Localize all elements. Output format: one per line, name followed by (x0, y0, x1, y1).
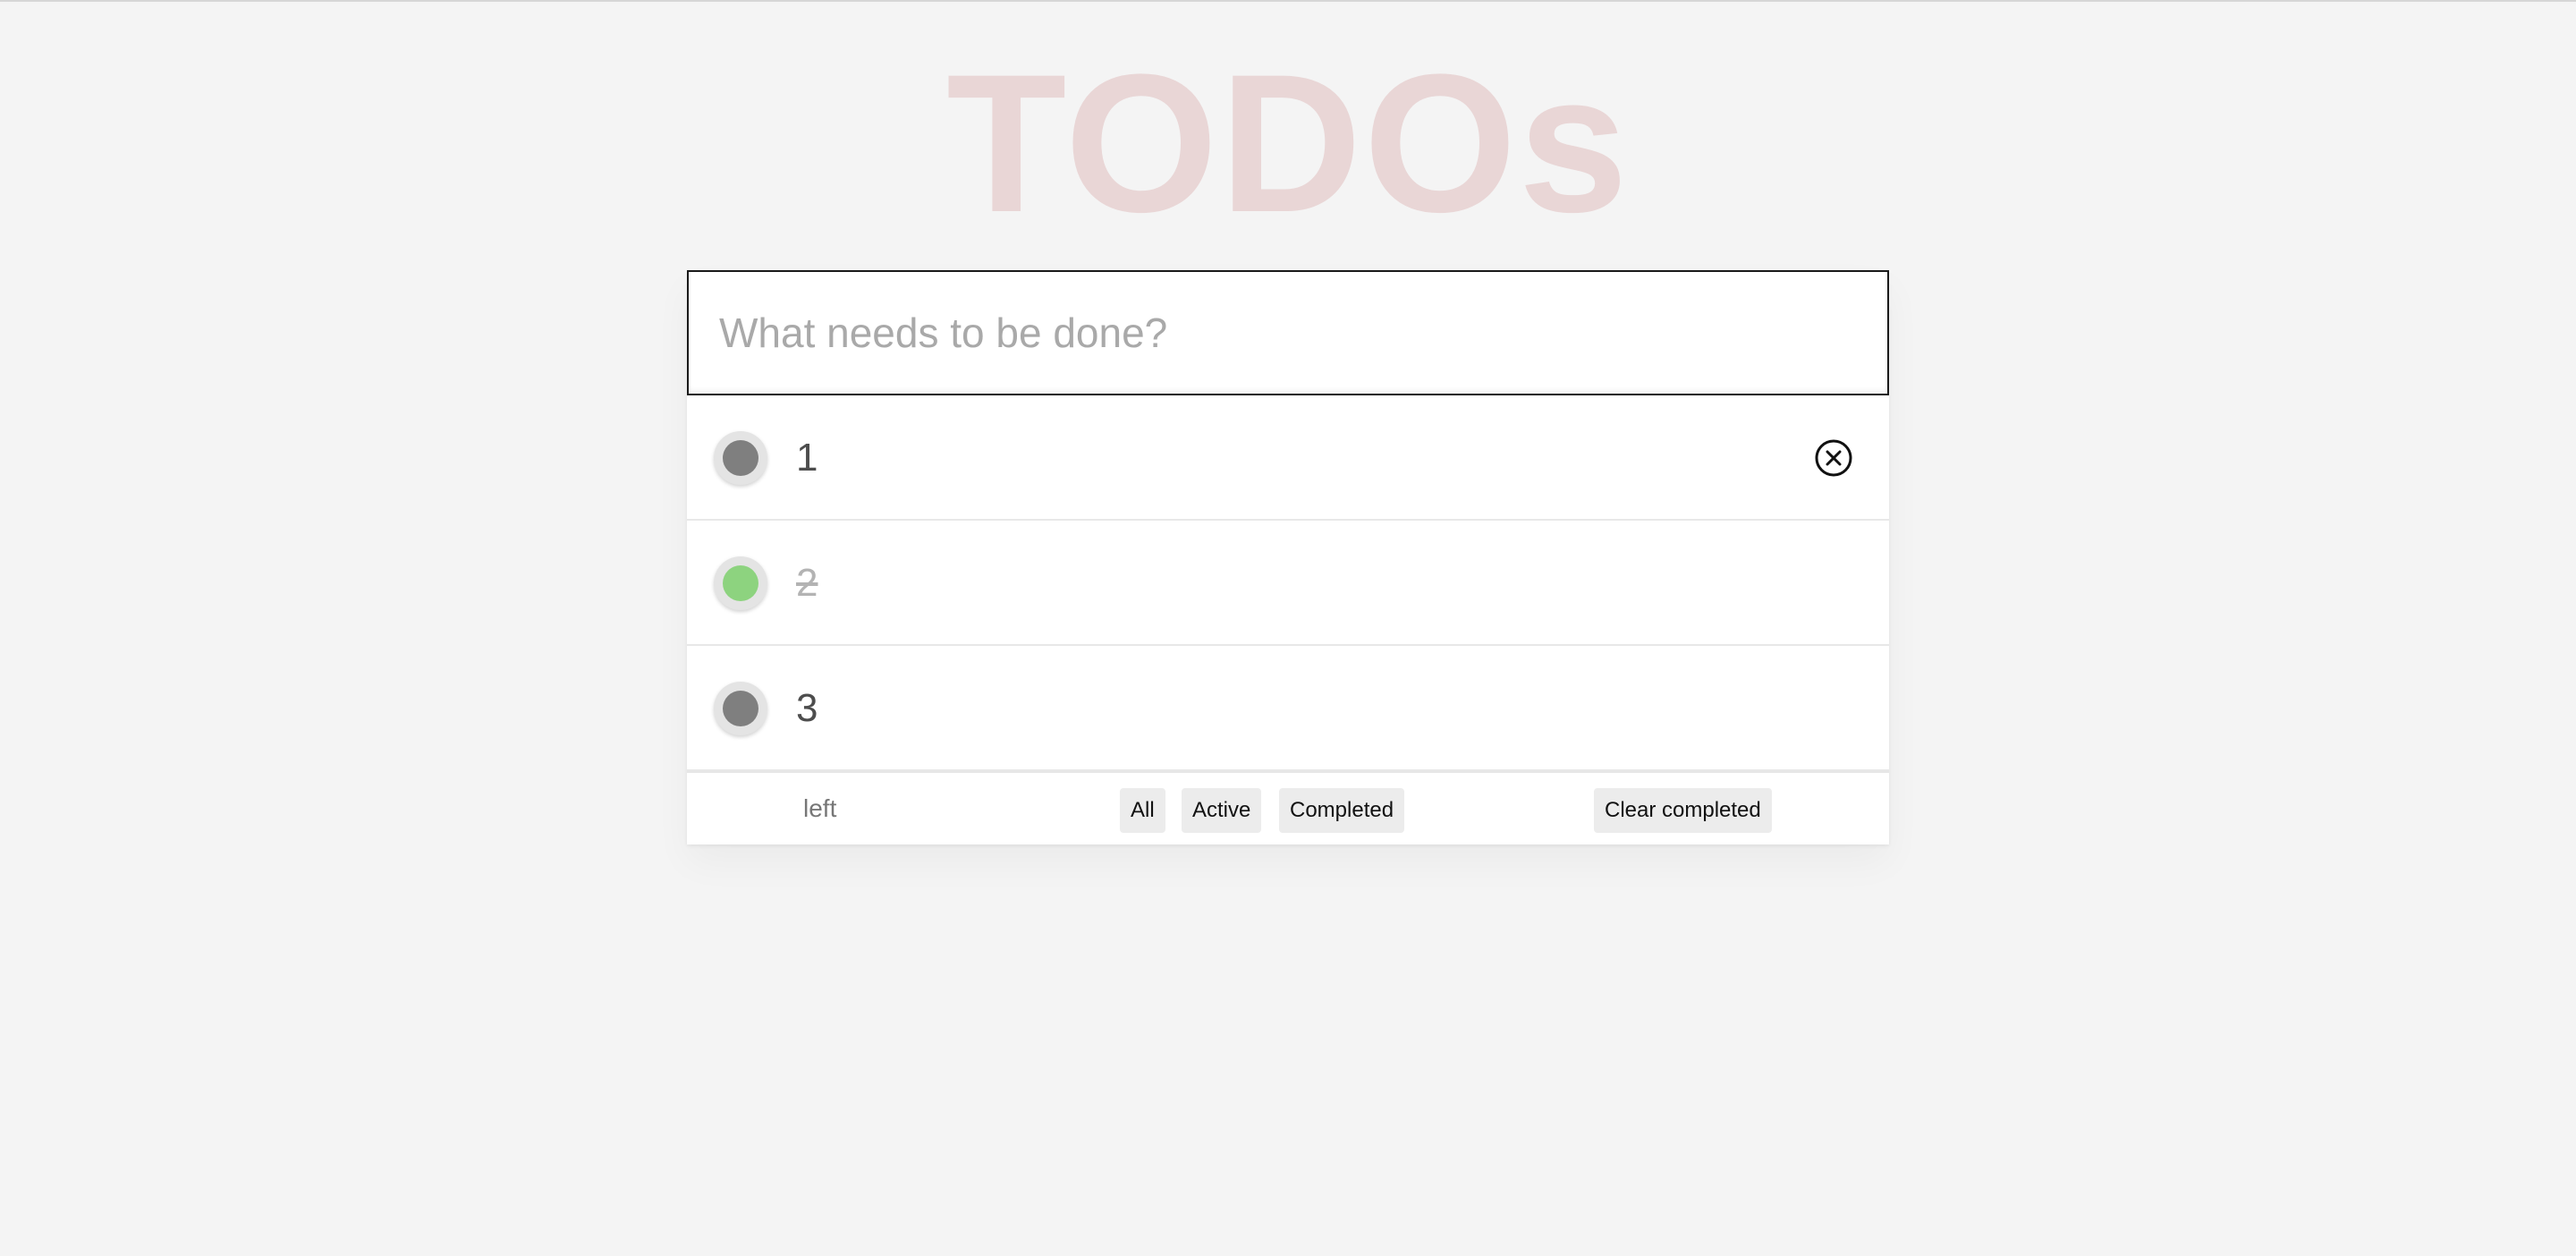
toggle-checkbox[interactable] (714, 682, 767, 735)
filter-completed-button[interactable]: Completed (1279, 788, 1405, 833)
toggle-dot-icon (723, 565, 758, 601)
clear-completed-button[interactable]: Clear completed (1594, 788, 1772, 833)
toggle-dot-icon (723, 691, 758, 726)
todo-label: 2 (796, 561, 818, 605)
filter-active-button[interactable]: Active (1182, 788, 1262, 833)
toggle-checkbox[interactable] (714, 431, 767, 485)
items-left-count: left (803, 794, 837, 822)
close-circle-icon[interactable] (1814, 438, 1853, 478)
todo-footer: left All Active Completed Clear complete… (687, 771, 1889, 844)
todo-list: 1 2 3 (687, 395, 1889, 771)
todo-label: 1 (796, 436, 818, 479)
todo-app: TODOs 1 2 (0, 0, 2576, 1256)
todo-label: 3 (796, 686, 818, 730)
todo-item[interactable]: 3 (687, 646, 1889, 771)
filter-all-button[interactable]: All (1120, 788, 1165, 833)
todo-item[interactable]: 2 (687, 521, 1889, 646)
toggle-dot-icon (723, 440, 758, 476)
new-todo-input[interactable] (687, 270, 1889, 395)
todo-item[interactable]: 1 (687, 395, 1889, 521)
app-title: TODOs (946, 33, 1630, 253)
todo-container: 1 2 3 left All (687, 270, 1889, 844)
toggle-checkbox[interactable] (714, 556, 767, 610)
